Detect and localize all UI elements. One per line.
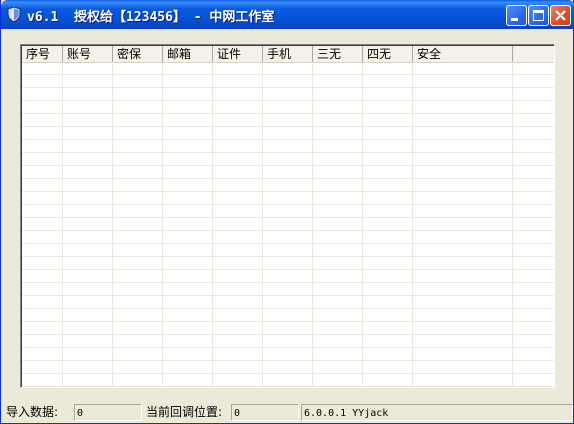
gridline	[62, 62, 63, 387]
gridline	[112, 62, 113, 387]
column-gridlines	[22, 62, 554, 387]
column-header-index[interactable]: 序号	[22, 46, 63, 62]
shield-icon	[7, 6, 21, 23]
close-button[interactable]	[550, 5, 571, 26]
title-bar[interactable]: v6.1 授权给【123456】 - 中网工作室	[1, 0, 574, 29]
gridline	[512, 62, 513, 387]
maximize-button[interactable]	[528, 5, 549, 26]
column-header-safety[interactable]: 安全	[413, 46, 513, 62]
gridline	[312, 62, 313, 387]
column-header-account[interactable]: 账号	[63, 46, 113, 62]
column-header-email[interactable]: 邮箱	[163, 46, 213, 62]
import-count-label: 导入数据:	[6, 405, 59, 419]
list-header: 序号 账号 密保 邮箱 证件 手机 三无 四无 安全	[22, 46, 554, 63]
column-header-security-question[interactable]: 密保	[113, 46, 163, 62]
version-info: 6.0.0.1 YYjack	[301, 404, 573, 421]
account-list[interactable]: 序号 账号 密保 邮箱 证件 手机 三无 四无 安全	[20, 44, 555, 388]
column-header-four-none[interactable]: 四无	[363, 46, 413, 62]
gridline	[362, 62, 363, 387]
list-body[interactable]: 序号 账号 密保 邮箱 证件 手机 三无 四无 安全	[21, 45, 554, 387]
minimize-button[interactable]	[506, 5, 527, 26]
status-bar: 导入数据: 0 当前回调位置: 0 6.0.0.1 YYjack	[1, 402, 574, 423]
gridline	[162, 62, 163, 387]
column-header-filler	[513, 46, 554, 62]
column-header-id[interactable]: 证件	[213, 46, 263, 62]
main-window: v6.1 授权给【123456】 - 中网工作室 序号 账号 密保 邮箱 证件	[0, 0, 574, 424]
gridline	[262, 62, 263, 387]
callback-position-label: 当前回调位置:	[146, 405, 223, 419]
column-header-phone[interactable]: 手机	[263, 46, 313, 62]
callback-position-value: 0	[231, 404, 299, 421]
gridline	[412, 62, 413, 387]
column-header-three-none[interactable]: 三无	[313, 46, 363, 62]
gridline	[212, 62, 213, 387]
import-count-value: 0	[74, 404, 142, 421]
window-title: v6.1 授权给【123456】 - 中网工作室	[27, 10, 275, 25]
